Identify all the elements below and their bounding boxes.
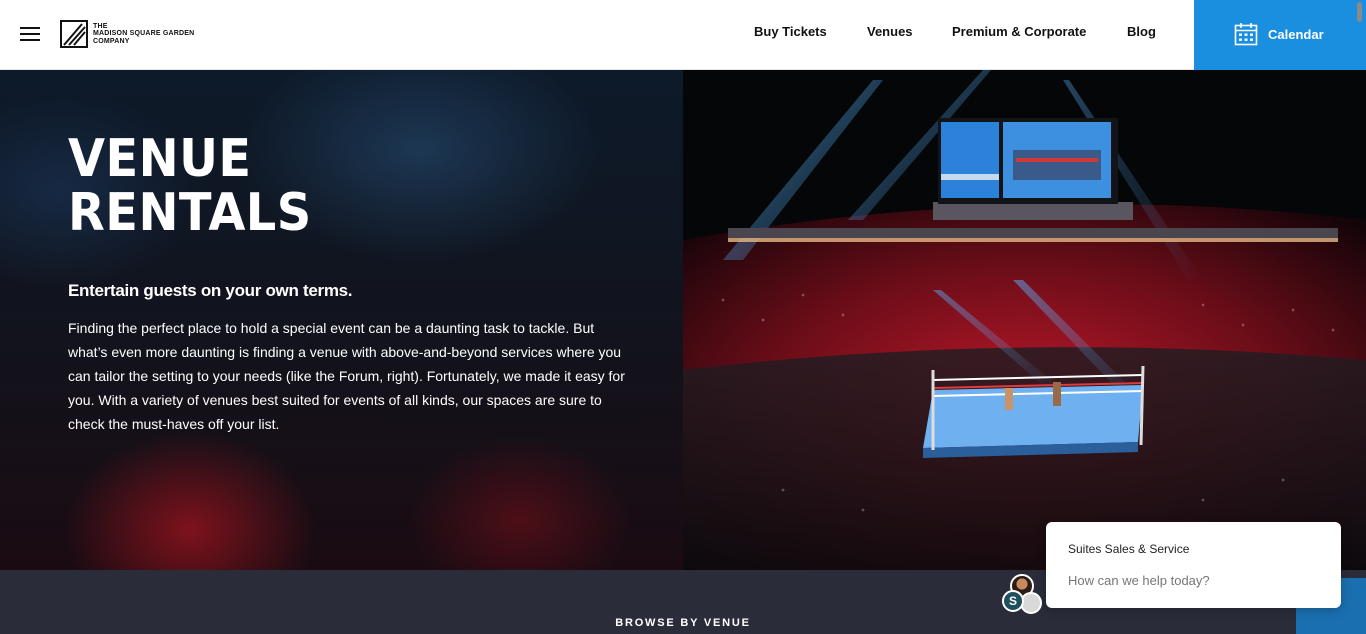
logo-mark-icon bbox=[60, 20, 88, 48]
page-title: VENUE RENTALS bbox=[68, 132, 312, 240]
nav-venues[interactable]: Venues bbox=[867, 24, 913, 39]
logo-line-1: THE bbox=[93, 22, 108, 30]
hero-subtitle: Entertain guests on your own terms. bbox=[68, 281, 353, 300]
logo-line-2: MADISON SQUARE GARDEN bbox=[93, 30, 195, 38]
calendar-button[interactable]: Calendar bbox=[1194, 0, 1366, 70]
page-title-line-2: RENTALS bbox=[68, 183, 312, 243]
calendar-label: Calendar bbox=[1268, 27, 1324, 42]
page-scrollbar[interactable] bbox=[1357, 2, 1362, 22]
nav-buy-tickets[interactable]: Buy Tickets bbox=[754, 24, 827, 39]
msg-company-logo[interactable]: THE MADISON SQUARE GARDEN COMPANY bbox=[60, 19, 194, 49]
hero-text-panel: VENUE RENTALS Entertain guests on your o… bbox=[0, 70, 683, 570]
page-title-line-1: VENUE bbox=[68, 129, 252, 189]
calendar-icon bbox=[1234, 23, 1258, 46]
hero-section: VENUE RENTALS Entertain guests on your o… bbox=[0, 70, 1366, 570]
chat-popup[interactable]: Suites Sales & Service How can we help t… bbox=[1046, 522, 1341, 608]
chat-title: Suites Sales & Service bbox=[1068, 542, 1190, 556]
browse-by-venue-heading: BROWSE BY VENUE bbox=[615, 617, 751, 629]
nav-blog[interactable]: Blog bbox=[1127, 24, 1156, 39]
nav-premium-corporate[interactable]: Premium & Corporate bbox=[952, 24, 1086, 39]
chat-prompt[interactable]: How can we help today? bbox=[1068, 573, 1210, 588]
logo-wordmark: THE MADISON SQUARE GARDEN COMPANY bbox=[93, 23, 194, 46]
arena-boxing-photo bbox=[683, 70, 1366, 570]
logo-line-3: COMPANY bbox=[93, 37, 130, 45]
arena-photo-illustration bbox=[683, 70, 1366, 570]
hamburger-menu-icon[interactable] bbox=[20, 26, 40, 42]
agent-initial-avatar: S bbox=[1002, 590, 1024, 612]
site-header: THE MADISON SQUARE GARDEN COMPANY Buy Ti… bbox=[0, 0, 1366, 70]
hero-description: Finding the perfect place to hold a spec… bbox=[68, 320, 625, 432]
